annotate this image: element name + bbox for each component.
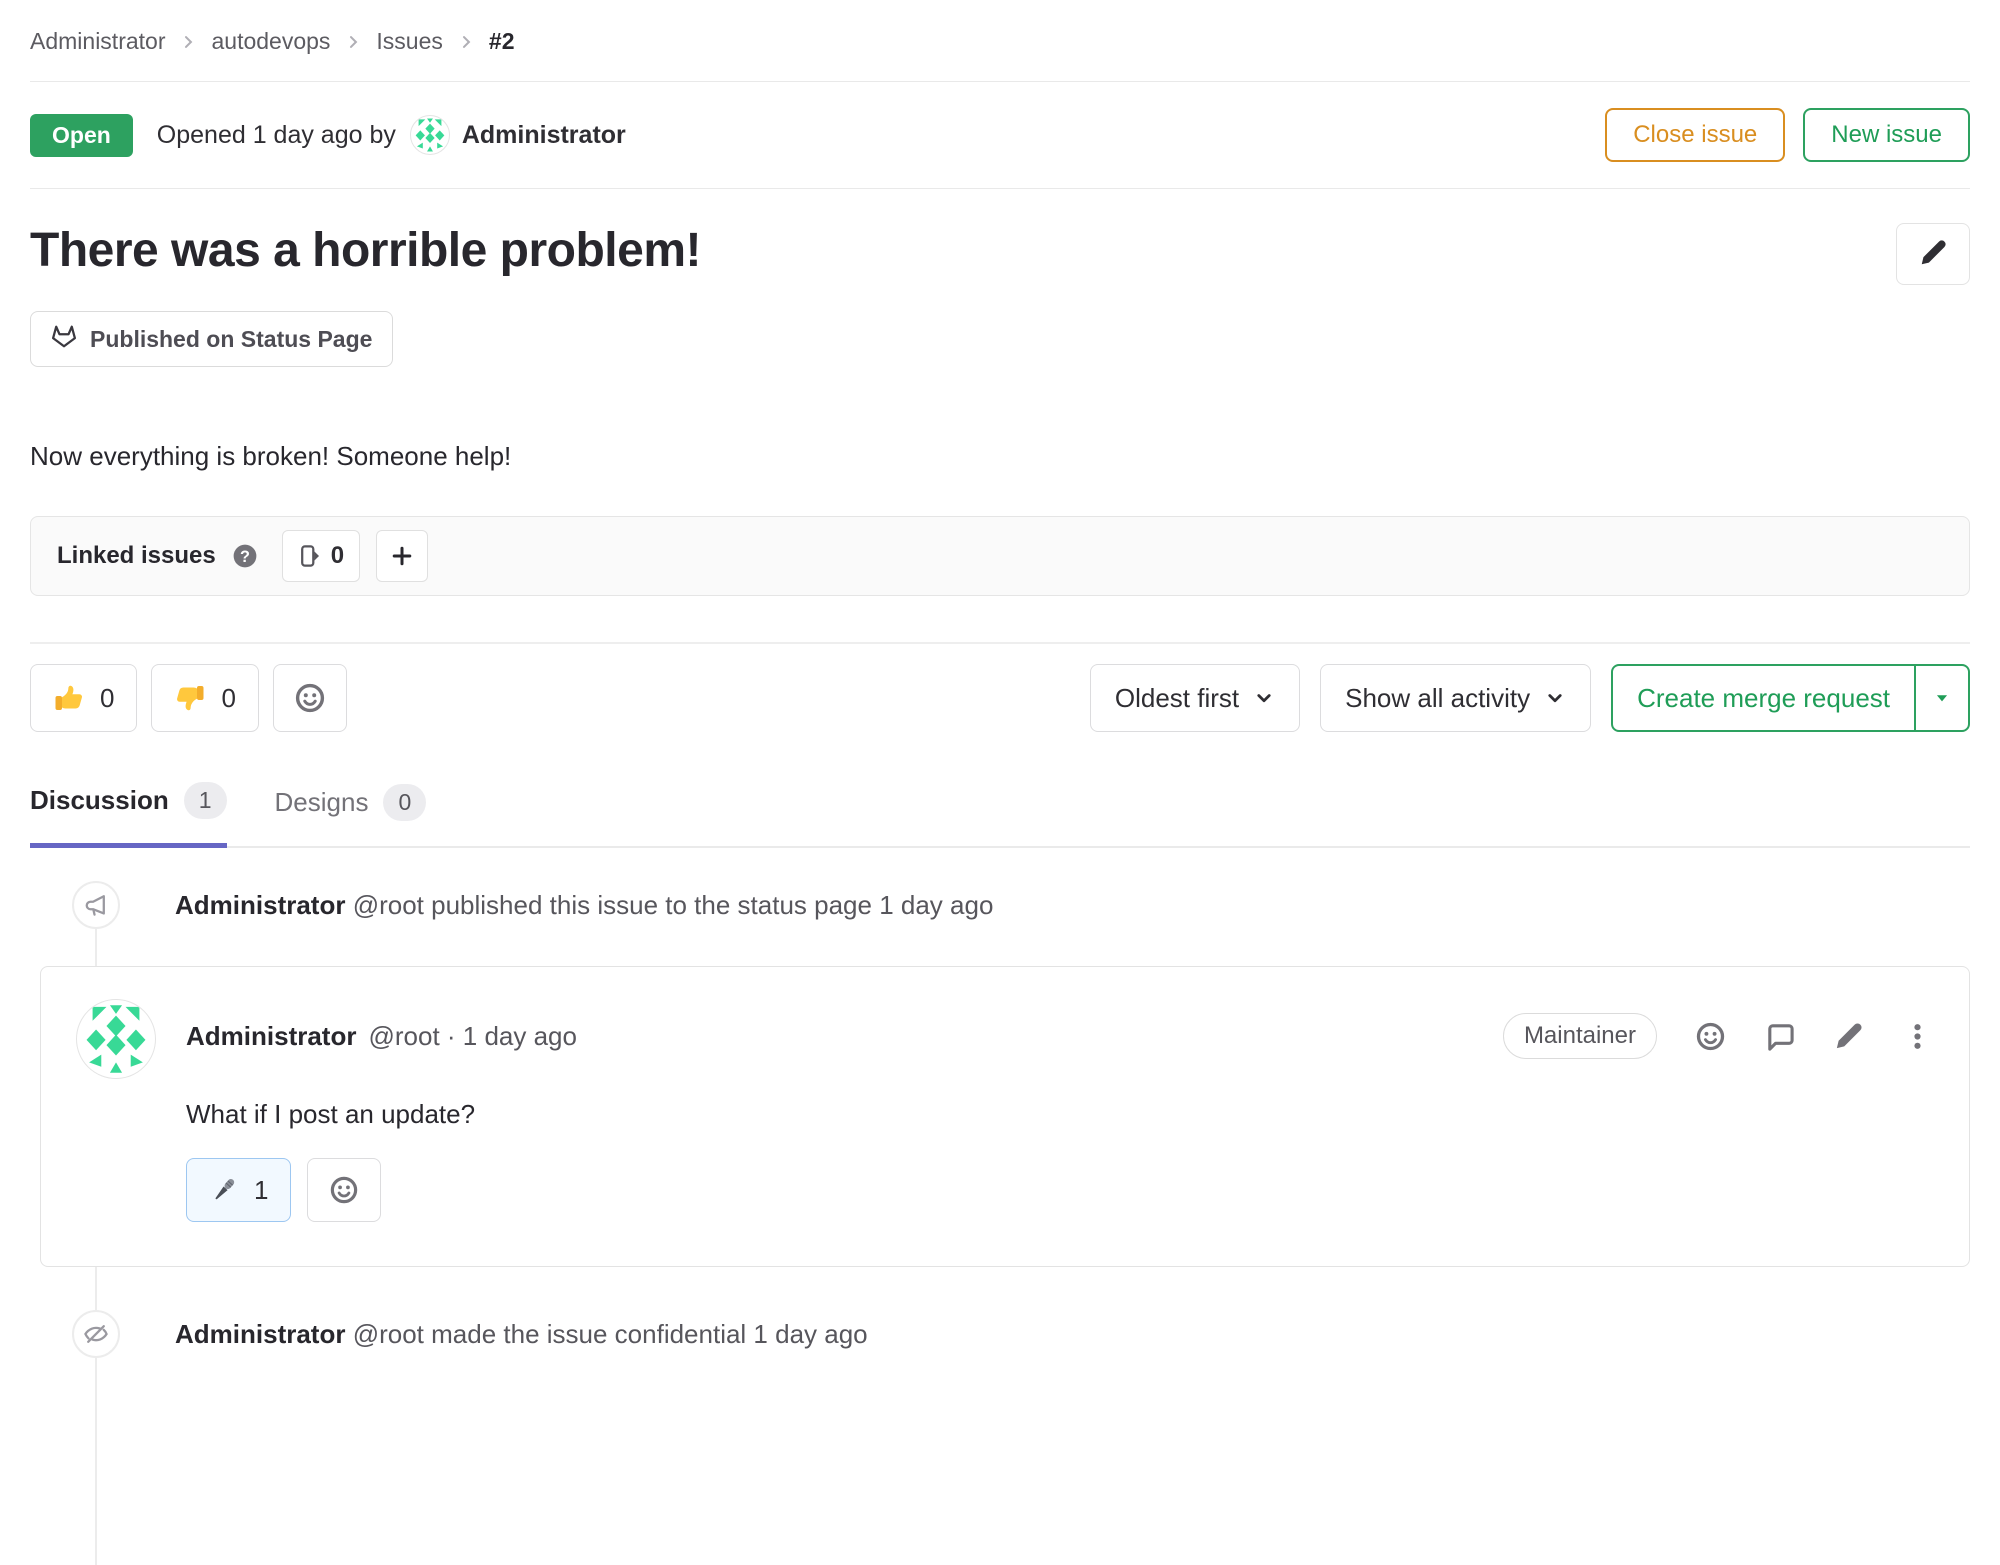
activity-filter-label: Show all activity: [1345, 683, 1530, 714]
thumbs-up-icon: [53, 682, 85, 714]
status-page-badge: Published on Status Page: [30, 311, 393, 367]
comment-bubble-icon[interactable]: [1764, 1021, 1795, 1052]
opened-text: Opened 1 day ago by: [157, 121, 396, 150]
add-reaction-button[interactable]: [1695, 1021, 1726, 1052]
divider: [30, 642, 1970, 644]
system-note-body: @root published this issue to the status…: [353, 890, 994, 920]
help-icon[interactable]: ?: [232, 543, 258, 569]
add-linked-issue-button[interactable]: [376, 530, 428, 582]
comment-card: Administrator @root · 1 day ago Maintain…: [40, 966, 1970, 1267]
linked-issues-section: Linked issues ? 0: [30, 516, 1970, 596]
microphone-award-count: 1: [254, 1175, 268, 1206]
system-note-text: Administrator @root made the issue confi…: [175, 1319, 868, 1350]
breadcrumb: Administrator autodevops Issues #2: [30, 0, 1970, 82]
create-merge-request-split-button: Create merge request: [1611, 664, 1970, 732]
comment-actions: Maintainer: [1503, 1013, 1933, 1059]
tab-designs-label: Designs: [275, 787, 369, 818]
chevron-down-icon: [1544, 687, 1566, 709]
issue-author-name[interactable]: Administrator: [462, 121, 626, 150]
breadcrumb-item-administrator[interactable]: Administrator: [30, 28, 165, 55]
thumbs-down-icon: [174, 682, 206, 714]
title-row: There was a horrible problem!: [30, 223, 1970, 285]
sort-dropdown[interactable]: Oldest first: [1090, 664, 1300, 732]
page-title: There was a horrible problem!: [30, 223, 701, 278]
create-merge-request-caret-button[interactable]: [1916, 666, 1968, 730]
linked-issues-count-badge: 0: [282, 530, 360, 582]
tab-designs[interactable]: Designs 0: [275, 782, 427, 846]
smiley-icon: [294, 682, 326, 714]
issue-icon: [298, 544, 322, 568]
eye-slash-icon: [72, 1310, 120, 1358]
chevron-down-icon: [1253, 687, 1275, 709]
edit-title-button[interactable]: [1896, 223, 1970, 285]
comment-body: What if I post an update?: [186, 1099, 1933, 1130]
system-note-text: Administrator @root published this issue…: [175, 890, 993, 921]
add-reaction-button[interactable]: [273, 664, 347, 732]
pencil-icon: [1918, 238, 1948, 271]
create-merge-request-button[interactable]: Create merge request: [1613, 666, 1916, 730]
breadcrumb-item-issues[interactable]: Issues: [376, 28, 442, 55]
smiley-icon: [329, 1175, 359, 1205]
edit-comment-button[interactable]: [1833, 1021, 1864, 1052]
svg-text:?: ?: [240, 548, 250, 566]
linked-issues-title: Linked issues: [57, 542, 216, 570]
avatar[interactable]: [410, 115, 450, 155]
system-note-confidential: Administrator @root made the issue confi…: [72, 1303, 1970, 1365]
tab-discussion-count: 1: [184, 782, 227, 819]
system-note-author[interactable]: Administrator: [175, 890, 345, 920]
breadcrumb-item-autodevops[interactable]: autodevops: [211, 28, 330, 55]
sort-dropdown-label: Oldest first: [1115, 683, 1239, 714]
add-reaction-button[interactable]: [307, 1158, 381, 1222]
avatar[interactable]: [76, 999, 156, 1079]
discussion-timeline: Administrator @root published this issue…: [30, 874, 1970, 1365]
microphone-award-button[interactable]: 1: [186, 1158, 291, 1222]
chevron-right-icon: [344, 33, 362, 51]
thumbs-down-award-button[interactable]: 0: [151, 664, 258, 732]
issue-status-bar: Open Opened 1 day ago by Administrator C…: [30, 82, 1970, 189]
chevron-right-icon: [457, 33, 475, 51]
comment-author[interactable]: Administrator: [186, 1021, 356, 1052]
chevron-right-icon: [179, 33, 197, 51]
plus-icon: [390, 544, 414, 568]
microphone-icon: [209, 1175, 239, 1205]
thumbs-down-count: 0: [221, 683, 235, 714]
tab-discussion[interactable]: Discussion 1: [30, 782, 227, 848]
activity-filter-dropdown[interactable]: Show all activity: [1320, 664, 1591, 732]
new-issue-button[interactable]: New issue: [1803, 108, 1970, 162]
comment-awards: 1: [186, 1158, 1933, 1222]
system-note-body: @root made the issue confidential 1 day …: [353, 1319, 868, 1349]
status-badge: Open: [30, 114, 133, 157]
thumbs-up-count: 0: [100, 683, 114, 714]
role-badge: Maintainer: [1503, 1013, 1657, 1059]
issue-description: Now everything is broken! Someone help!: [30, 441, 1970, 472]
status-page-badge-label: Published on Status Page: [90, 326, 372, 353]
comment-meta: @root · 1 day ago: [368, 1021, 577, 1052]
system-note-author[interactable]: Administrator: [175, 1319, 345, 1349]
megaphone-icon: [72, 881, 120, 929]
close-issue-button[interactable]: Close issue: [1605, 108, 1785, 162]
caret-down-icon: [1933, 689, 1951, 707]
system-note-published: Administrator @root published this issue…: [72, 874, 1970, 936]
thumbs-up-award-button[interactable]: 0: [30, 664, 137, 732]
issue-page: Administrator autodevops Issues #2 Open …: [0, 0, 2000, 1365]
tab-designs-count: 0: [383, 784, 426, 821]
breadcrumb-current-issue-number: #2: [489, 28, 515, 55]
comment-header: Administrator @root · 1 day ago Maintain…: [76, 999, 1933, 1079]
linked-issues-count: 0: [331, 542, 344, 570]
tanuki-icon: [51, 323, 77, 355]
discussion-controls-row: 0 0 Oldest first Show all activity Creat…: [30, 664, 1970, 732]
sort-filter-controls: Oldest first Show all activity Create me…: [1090, 664, 1970, 732]
more-actions-button[interactable]: [1902, 1021, 1933, 1052]
tab-discussion-label: Discussion: [30, 785, 169, 816]
discussion-tabs: Discussion 1 Designs 0: [30, 782, 1970, 848]
